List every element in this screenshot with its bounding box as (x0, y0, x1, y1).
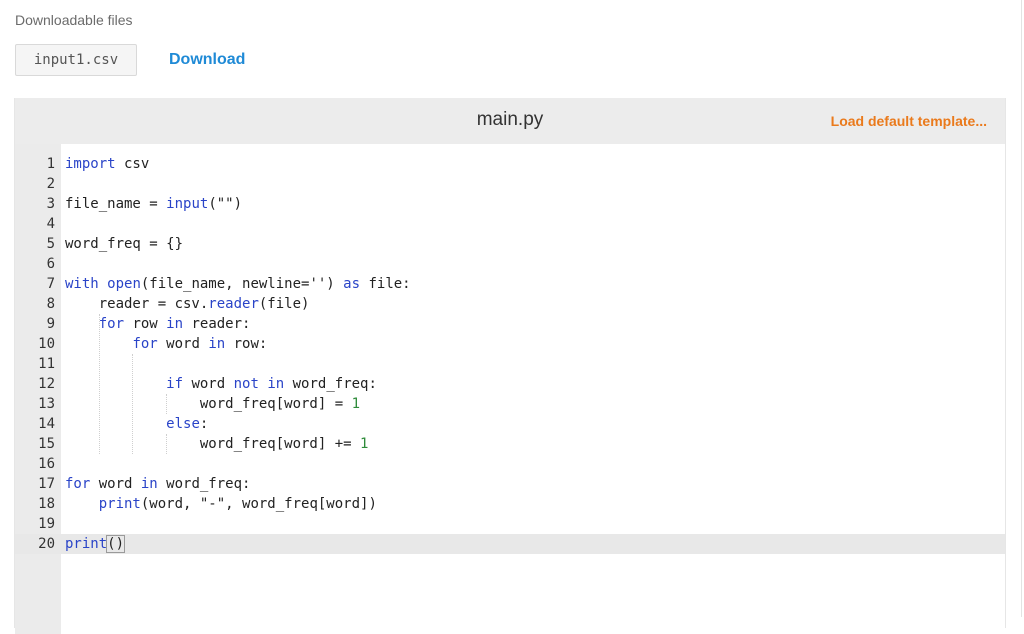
code-line-text: for word in row: (132, 336, 268, 352)
line-number: 1 (46, 156, 55, 172)
code-text-area[interactable]: 1 import csv 2 3 file_name = input("") 4 5 word… (15, 154, 1005, 554)
code-line-9[interactable]: 9 for row in reader: (15, 314, 1005, 334)
line-number: 2 (46, 176, 55, 192)
code-line-2[interactable]: 2 (15, 174, 1005, 194)
code-line-15[interactable]: 15 word_freq[word] += 1 (15, 434, 1005, 454)
code-line-text: reader = csv.reader(file) (65, 296, 310, 312)
line-number: 15 (38, 436, 55, 452)
code-line-18[interactable]: 18 print(word, "-", word_freq[word]) (15, 494, 1005, 514)
code-line-12[interactable]: 12 if word not in word_freq: (15, 374, 1005, 394)
code-line-8[interactable]: 8 reader = csv.reader(file) (15, 294, 1005, 314)
code-line-text: if word not in word_freq: (166, 376, 377, 392)
code-line-11[interactable]: 11 (15, 354, 1005, 374)
code-line-7[interactable]: 7 with open(file_name, newline='') as fil… (15, 274, 1005, 294)
indent-guide (98, 314, 100, 454)
line-number: 3 (46, 196, 55, 212)
code-line-10[interactable]: 10 for word in row: (15, 334, 1005, 354)
line-number: 12 (38, 376, 55, 392)
code-line-text: word_freq[word] = 1 (65, 396, 361, 412)
indent-guide (166, 434, 168, 454)
line-number: 16 (38, 456, 55, 472)
line-number: 20 (38, 536, 55, 552)
download-link[interactable]: Download (169, 51, 245, 69)
line-number: 4 (46, 216, 55, 232)
indent-guide (166, 394, 168, 414)
file-chip-input1-csv: input1.csv (15, 44, 137, 76)
line-number: 18 (38, 496, 55, 512)
line-number: 10 (38, 336, 55, 352)
line-number: 13 (38, 396, 55, 412)
code-line-text: word_freq = {} (65, 236, 184, 252)
code-line-text: for row in reader: (98, 316, 251, 332)
code-line-6[interactable]: 6 (15, 254, 1005, 274)
line-number: 7 (46, 276, 55, 292)
line-number: 17 (38, 476, 55, 492)
code-line-14[interactable]: 14 else: (15, 414, 1005, 434)
code-line-text: with open(file_name, newline='') as file… (65, 276, 411, 292)
code-line-16[interactable]: 16 (15, 454, 1005, 474)
load-default-template-link[interactable]: Load default template... (831, 113, 987, 129)
line-number: 14 (38, 416, 55, 432)
frame-border (1021, 0, 1022, 617)
code-line-13[interactable]: 13 word_freq[word] = 1 (15, 394, 1005, 414)
code-line-3[interactable]: 3 file_name = input("") (15, 194, 1005, 214)
code-line-1[interactable]: 1 import csv (15, 154, 1005, 174)
code-line-text: else: (166, 416, 209, 432)
editor-header: main.py Load default template... (15, 98, 1005, 144)
code-line-20[interactable]: 20 print() (15, 534, 1005, 554)
line-number: 9 (46, 316, 55, 332)
code-editor: main.py Load default template... 1 import… (14, 98, 1006, 634)
line-number: 5 (46, 236, 55, 252)
code-line-19[interactable]: 19 (15, 514, 1005, 534)
code-line-text: print(word, "-", word_freq[word]) (98, 496, 377, 512)
code-line-text: file_name = input("") (65, 196, 243, 212)
code-line-text: for word in word_freq: (65, 476, 251, 492)
code-line-4[interactable]: 4 (15, 214, 1005, 234)
line-number: 19 (38, 516, 55, 532)
code-line-5[interactable]: 5 word_freq = {} (15, 234, 1005, 254)
line-number: 6 (46, 256, 55, 272)
line-number: 8 (46, 296, 55, 312)
code-line-text: word_freq[word] += 1 (65, 436, 369, 452)
code-line-17[interactable]: 17 for word in word_freq: (15, 474, 1005, 494)
indent-guide (132, 354, 134, 454)
line-number: 11 (38, 356, 55, 372)
downloadable-files-heading: Downloadable files (15, 12, 133, 28)
code-line-text: print() (65, 535, 126, 553)
code-line-text: import csv (65, 156, 150, 172)
